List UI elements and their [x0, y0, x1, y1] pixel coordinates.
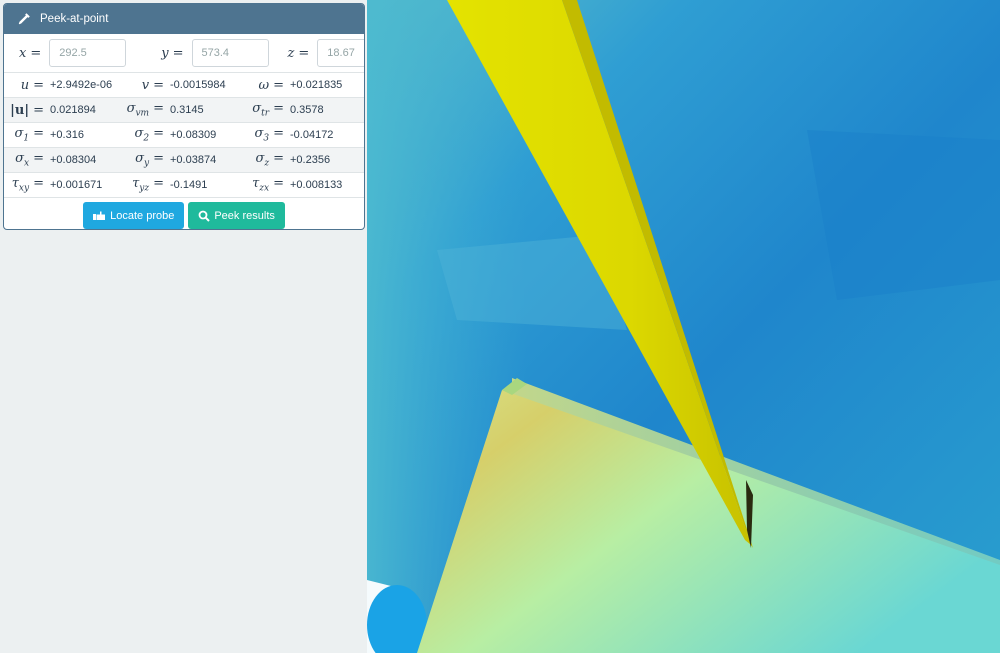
result-label: σx = [15, 151, 44, 169]
result-cell: v = -0.0015984 [124, 78, 244, 93]
result-value: 0.021894 [50, 104, 96, 116]
result-value: -0.04172 [290, 129, 334, 141]
result-label: ω = [258, 77, 284, 93]
result-value: +0.021835 [290, 79, 343, 91]
results-row-principal: σ1 = +0.316 σ2 = +0.08309 σ3 = -0.04172 [4, 123, 364, 148]
result-cell: ω = +0.021835 [244, 78, 364, 93]
results-row-normal: σx = +0.08304 σy = +0.03874 σz = +0.2356 [4, 148, 364, 173]
result-label: τzx = [252, 176, 284, 194]
result-label: σtr = [252, 101, 284, 119]
result-value: +0.2356 [290, 154, 331, 166]
results-row-displacement: u = +2.9492e-06 v = -0.0015984 ω = +0.021835 [4, 73, 364, 98]
result-label: σy = [135, 151, 164, 169]
result-value: +0.008133 [290, 179, 343, 191]
coord-x: x = 292.5 [19, 39, 127, 67]
panel-title: Peek-at-point [40, 13, 109, 25]
result-value: -0.1491 [170, 179, 208, 191]
result-cell: τxy = +0.001671 [4, 176, 124, 194]
results-row-shear: τxy = +0.001671 τyz = -0.1491 τzx = +0.008133 [4, 173, 364, 198]
peek-results-button[interactable]: Peek results [188, 202, 285, 229]
3d-viewport[interactable] [367, 0, 1000, 653]
result-cell: u = +2.9492e-06 [4, 78, 124, 93]
result-cell: τzx = +0.008133 [244, 176, 364, 194]
result-label: σz = [255, 151, 284, 169]
coord-z-label: z = [287, 45, 310, 61]
y-input[interactable]: 573.4 [191, 39, 269, 67]
result-cell: τyz = -0.1491 [124, 176, 244, 194]
sidebar: Peek-at-point x = 292.5 y = 573.4 z = 18.67… [0, 0, 367, 653]
result-value: +0.08309 [170, 129, 217, 141]
result-cell: σ3 = -0.04172 [244, 126, 364, 144]
results-row-magnitude: |u| = 0.021894 σvm = 0.3145 σtr = 0.3578 [4, 98, 364, 123]
result-value: +0.03874 [170, 154, 217, 166]
result-value: +0.316 [50, 129, 84, 141]
coord-y: y = 573.4 [161, 39, 269, 67]
result-value: -0.0015984 [170, 79, 226, 91]
result-label: τxy = [11, 176, 44, 194]
result-cell: σz = +0.2356 [244, 151, 364, 169]
result-cell: σx = +0.08304 [4, 151, 124, 169]
result-value: 0.3145 [170, 104, 204, 116]
result-cell: σvm = 0.3145 [124, 101, 244, 119]
x-input[interactable]: 292.5 [49, 39, 127, 67]
locate-probe-label: Locate probe [110, 209, 175, 222]
result-value: +2.9492e-06 [50, 79, 113, 91]
fem-render [367, 0, 1000, 653]
locate-probe-button[interactable]: Locate probe [83, 202, 185, 229]
result-label: σ1 = [14, 126, 44, 144]
result-label: σvm = [126, 101, 164, 119]
coordinate-inputs: x = 292.5 y = 573.4 z = 18.67 [4, 34, 364, 73]
result-label: u = [20, 77, 44, 93]
result-cell: σy = +0.03874 [124, 151, 244, 169]
eyedropper-icon [17, 12, 31, 26]
search-icon [198, 210, 211, 222]
result-value: 0.3578 [290, 104, 324, 116]
result-cell: σ1 = +0.316 [4, 126, 124, 144]
coord-z: z = 18.67 [287, 39, 364, 67]
result-value: +0.001671 [50, 179, 103, 191]
result-label: |u| = [10, 102, 44, 118]
z-input[interactable]: 18.67 [317, 39, 364, 67]
panel-heading: Peek-at-point [4, 4, 364, 34]
result-value: +0.08304 [50, 154, 97, 166]
result-label: v = [141, 77, 164, 93]
result-cell: |u| = 0.021894 [4, 103, 124, 118]
result-label: σ2 = [134, 126, 164, 144]
result-label: σ3 = [254, 126, 284, 144]
coord-x-label: x = [19, 45, 42, 61]
result-cell: σ2 = +0.08309 [124, 126, 244, 144]
coord-y-label: y = [161, 45, 184, 61]
result-label: τyz = [132, 176, 164, 194]
peek-results-label: Peek results [214, 209, 275, 222]
result-cell: σtr = 0.3578 [244, 101, 364, 119]
hand-pointer-icon [93, 210, 106, 221]
peek-at-point-panel: Peek-at-point x = 292.5 y = 573.4 z = 18.67… [3, 3, 365, 230]
action-buttons: Locate probe Peek results [4, 198, 364, 229]
